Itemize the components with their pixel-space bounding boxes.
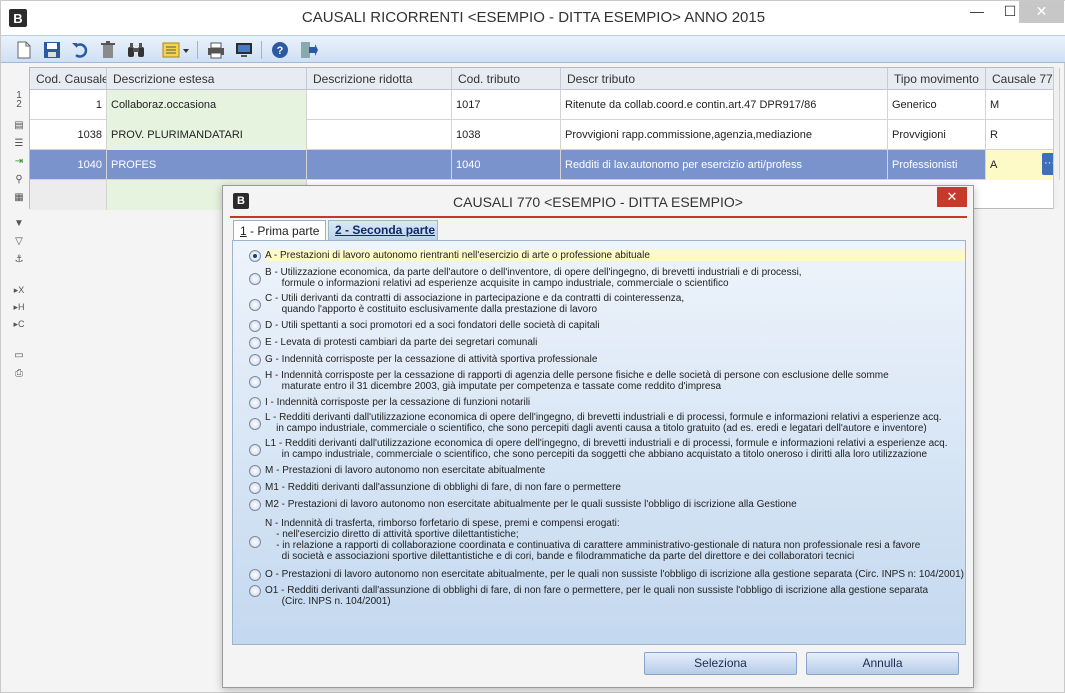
toolbar: ? — [1, 35, 1065, 63]
cell-descr-tributo[interactable]: Redditi di lav.autonomo per esercizio ar… — [561, 150, 888, 180]
table-row[interactable]: 1 Collaboraz.occasiona 1017 Ritenute da … — [30, 90, 1060, 120]
cell-cod[interactable]: 1 — [30, 90, 107, 120]
main-window: B CAUSALI RICORRENTI <ESEMPIO - DITTA ES… — [0, 0, 1065, 693]
radio-button[interactable] — [249, 536, 261, 548]
printer-icon[interactable]: ⎙ — [11, 367, 27, 381]
anchor-icon[interactable]: ⚓ — [11, 253, 27, 267]
delete-icon[interactable] — [97, 39, 119, 61]
cell-desc[interactable]: PROFES — [107, 150, 307, 180]
cell-tributo[interactable]: 1040 — [452, 150, 561, 180]
cell-770-value: A — [990, 159, 998, 171]
options-panel: A - Prestazioni di lavoro autonomo rient… — [232, 240, 966, 645]
form-icon[interactable]: ▤ — [11, 119, 27, 133]
print-icon[interactable] — [205, 39, 227, 61]
row-number-label: 12 — [16, 90, 22, 110]
grid-scrollbar[interactable] — [1053, 67, 1059, 209]
cell-tributo[interactable]: 1017 — [452, 90, 561, 120]
cell-descr-tributo[interactable]: Provvigioni rapp.commissione,agenzia,med… — [561, 120, 888, 150]
radio-button[interactable] — [249, 250, 261, 262]
cell-cod[interactable]: 1040 — [30, 150, 107, 180]
zoom-icon[interactable]: ⚲ — [11, 173, 27, 187]
toolbar-separator — [197, 41, 198, 59]
radio-button[interactable] — [249, 482, 261, 494]
list-icon[interactable]: ☰ — [11, 137, 27, 151]
radio-button[interactable] — [249, 320, 261, 332]
filter-h-icon[interactable]: ▸H — [11, 300, 27, 314]
import-icon[interactable]: ⇥ — [11, 155, 27, 169]
accent-line — [230, 216, 967, 218]
radio-button[interactable] — [249, 465, 261, 477]
new-icon[interactable] — [13, 39, 35, 61]
cell-tributo[interactable]: 1038 — [452, 120, 561, 150]
col-descrizione-estesa[interactable]: Descrizione estesa — [107, 68, 307, 90]
cell-770[interactable]: M — [986, 90, 1060, 120]
exit-icon[interactable] — [297, 39, 319, 61]
cell-descr-tributo[interactable]: Ritenute da collab.coord.e contin.art.47… — [561, 90, 888, 120]
radio-button[interactable] — [249, 273, 261, 285]
col-descrizione-ridotta[interactable]: Descrizione ridotta — [307, 68, 452, 90]
window-title: CAUSALI RICORRENTI <ESEMPIO - DITTA ESEM… — [301, 9, 766, 26]
minimize-button[interactable]: — — [961, 1, 993, 23]
cell-770-editing[interactable]: A ··· — [986, 150, 1060, 180]
causali-770-dialog: B CAUSALI 770 <ESEMPIO - DITTA ESEMPIO> … — [222, 185, 974, 688]
radio-button[interactable] — [249, 499, 261, 511]
dialog-title: CAUSALI 770 <ESEMPIO - DITTA ESEMPIO> — [453, 194, 743, 210]
tab-prima-parte[interactable]: 1 - Prima parte — [233, 220, 326, 242]
dialog-tabs: 1 - Prima parte 2 - Seconda parte — [230, 219, 967, 242]
cell-desc[interactable]: PROV. PLURIMANDATARI — [107, 120, 307, 150]
cell-tipo[interactable]: Generico — [888, 90, 986, 120]
close-button[interactable]: ✕ — [1019, 1, 1064, 23]
undo-icon[interactable] — [69, 39, 91, 61]
cell-tipo[interactable]: Provvigioni — [888, 120, 986, 150]
screen-icon[interactable]: ▭ — [11, 349, 27, 363]
cell-tipo[interactable]: Professionisti — [888, 150, 986, 180]
cell-cod[interactable]: 1038 — [30, 120, 107, 150]
cell-ridotta[interactable] — [307, 120, 452, 150]
svg-text:?: ? — [277, 45, 284, 57]
table-row-selected[interactable]: 1040 PROFES 1040 Redditi di lav.autonomo… — [30, 150, 1060, 180]
filter-c-icon[interactable]: ▸C — [11, 317, 27, 331]
col-causale-770[interactable]: Causale 770 — [986, 68, 1060, 90]
grid-header: Cod. Causale Descrizione estesa Descrizi… — [30, 68, 1060, 90]
filter-x-icon[interactable]: ▸X — [11, 283, 27, 297]
left-tool-strip: 12 ▤ ☰ ⇥ ⚲ ▦ ▼ ▽ ⚓ ▸X ▸H ▸C ▭ ⎙ — [10, 67, 28, 687]
radio-button[interactable] — [249, 337, 261, 349]
filter-icon[interactable]: ▼ — [11, 217, 27, 231]
cell-desc[interactable]: Collaboraz.occasiona — [107, 90, 307, 120]
tab-seconda-parte[interactable]: 2 - Seconda parte — [328, 220, 438, 241]
radio-button[interactable] — [249, 418, 261, 430]
radio-button[interactable] — [249, 354, 261, 366]
annulla-button[interactable]: Annulla — [806, 652, 959, 675]
dialog-title-bar: B CAUSALI 770 <ESEMPIO - DITTA ESEMPIO> … — [223, 186, 973, 216]
filter-clear-icon[interactable]: ▽ — [11, 235, 27, 249]
radio-button[interactable] — [249, 397, 261, 409]
seleziona-button[interactable]: Seleziona — [644, 652, 797, 675]
col-cod-tributo[interactable]: Cod. tributo — [452, 68, 561, 90]
table-row[interactable]: 1038 PROV. PLURIMANDATARI 1038 Provvigio… — [30, 120, 1060, 150]
col-cod-causale[interactable]: Cod. Causale — [30, 68, 107, 90]
cell-ridotta[interactable] — [307, 150, 452, 180]
cell-cod-empty[interactable] — [30, 180, 107, 210]
radio-button[interactable] — [249, 585, 261, 597]
toolbar-separator — [261, 41, 262, 59]
cell-ridotta[interactable] — [307, 90, 452, 120]
radio-button[interactable] — [249, 299, 261, 311]
cell-770[interactable]: R — [986, 120, 1060, 150]
binoculars-icon[interactable] — [125, 39, 147, 61]
col-tipo-movimento[interactable]: Tipo movimento — [888, 68, 986, 90]
dialog-buttons: Seleziona Annulla — [223, 650, 973, 680]
radio-button[interactable] — [249, 444, 261, 456]
title-bar: B CAUSALI RICORRENTI <ESEMPIO - DITTA ES… — [1, 1, 1065, 35]
list-options-icon[interactable] — [161, 39, 191, 61]
col-descr-tributo[interactable]: Descr tributo — [561, 68, 888, 90]
radio-button[interactable] — [249, 376, 261, 388]
monitor-icon[interactable] — [233, 39, 255, 61]
help-icon[interactable]: ? — [269, 39, 291, 61]
radio-button[interactable] — [249, 569, 261, 581]
grid-icon[interactable]: ▦ — [11, 191, 27, 205]
save-icon[interactable] — [41, 39, 63, 61]
dialog-close-button[interactable]: ✕ — [937, 187, 967, 207]
